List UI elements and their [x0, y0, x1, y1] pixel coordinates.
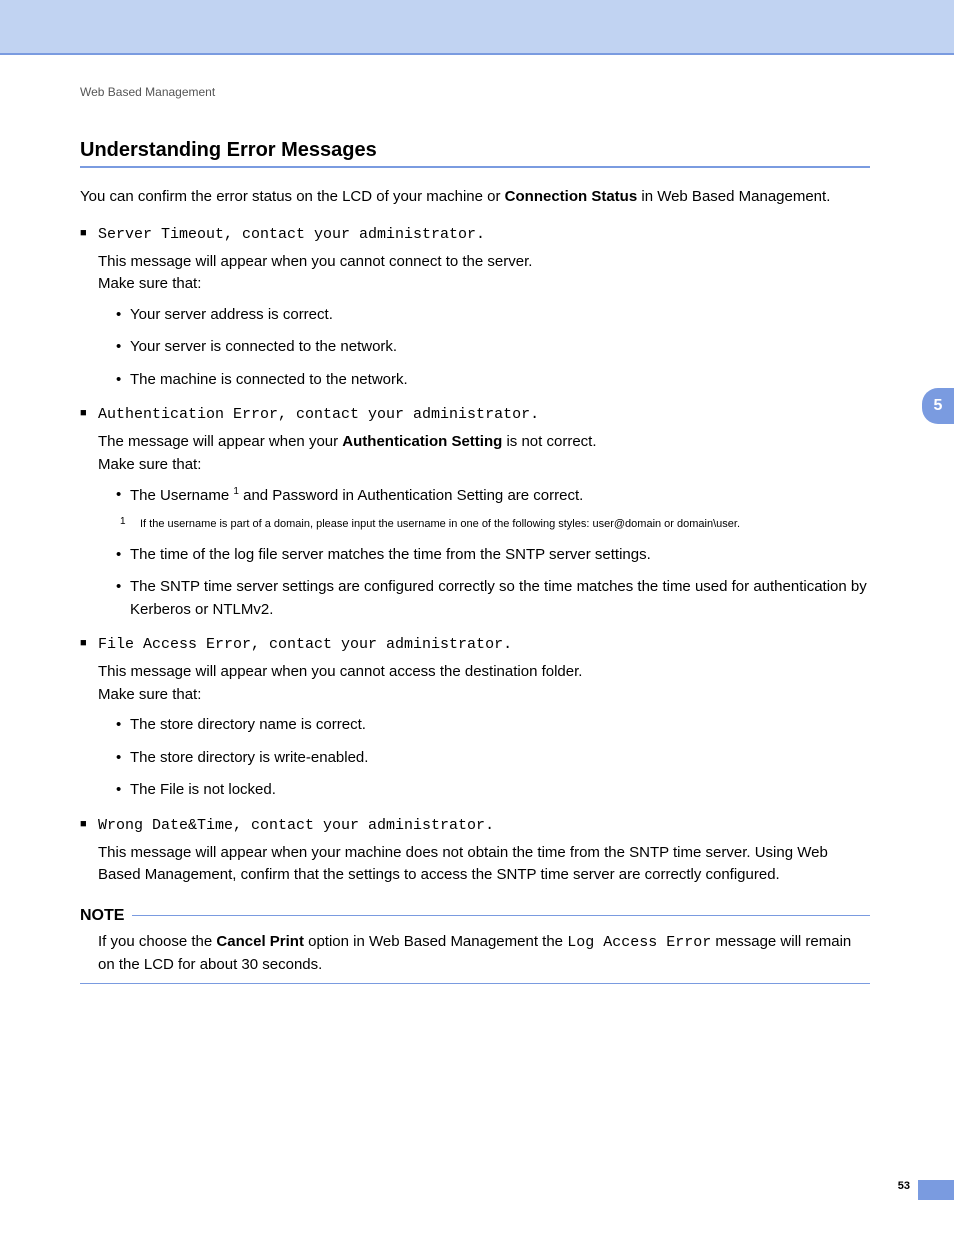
chapter-number: 5 — [934, 397, 943, 415]
note-text-before: If you choose the — [98, 933, 216, 950]
error-title: File Access Error, contact your administ… — [98, 636, 512, 653]
error-item-server-timeout: Server Timeout, contact your administrat… — [80, 225, 870, 392]
check-item: The File is not locked. — [116, 779, 870, 802]
error-desc-line2: Make sure that: — [98, 275, 201, 292]
checklist: The Username 1 and Password in Authentic… — [98, 484, 870, 508]
intro-bold: Connection Status — [505, 188, 638, 205]
note-header-line — [132, 915, 870, 917]
item-after: and Password in Authentication Setting a… — [239, 487, 583, 504]
note-bold: Cancel Print — [216, 933, 304, 950]
error-desc: This message will appear when you cannot… — [98, 251, 870, 296]
desc-before: The message will appear when your — [98, 433, 342, 450]
document-top-bar — [0, 0, 954, 55]
breadcrumb: Web Based Management — [80, 85, 870, 99]
error-item-auth-error: Authentication Error, contact your admin… — [80, 405, 870, 621]
check-item: The store directory name is correct. — [116, 714, 870, 737]
check-item: The SNTP time server settings are config… — [116, 576, 870, 621]
desc-after: is not correct. — [502, 433, 596, 450]
page-number-tab — [918, 1180, 954, 1200]
error-desc-line2: Make sure that: — [98, 686, 201, 703]
intro-text-after: in Web Based Management. — [637, 188, 830, 205]
note-body: If you choose the Cancel Print option in… — [80, 931, 870, 984]
check-item: Your server address is correct. — [116, 304, 870, 327]
page-number: 53 — [898, 1180, 910, 1192]
check-item: The time of the log file server matches … — [116, 544, 870, 567]
footnote-text: If the username is part of a domain, ple… — [140, 518, 740, 530]
error-item-wrong-datetime: Wrong Date&Time, contact your administra… — [80, 816, 870, 887]
error-desc-line1: This message will appear when you cannot… — [98, 253, 532, 270]
error-desc: The message will appear when your Authen… — [98, 431, 870, 476]
error-list: Server Timeout, contact your administrat… — [80, 225, 870, 887]
footnote-number: 1 — [120, 516, 126, 527]
note-text-mid: option in Web Based Management the — [304, 933, 567, 950]
error-desc-line2: Make sure that: — [98, 456, 201, 473]
intro-paragraph: You can confirm the error status on the … — [80, 186, 870, 209]
checklist: Your server address is correct. Your ser… — [98, 304, 870, 392]
check-item: The store directory is write-enabled. — [116, 747, 870, 770]
intro-text-before: You can confirm the error status on the … — [80, 188, 505, 205]
checklist-continued: The time of the log file server matches … — [98, 544, 870, 622]
error-item-file-access: File Access Error, contact your administ… — [80, 635, 870, 802]
check-item: The Username 1 and Password in Authentic… — [116, 484, 870, 508]
error-title: Authentication Error, contact your admin… — [98, 406, 539, 423]
heading-underline — [80, 166, 870, 168]
chapter-tab: 5 — [922, 388, 954, 424]
error-desc: This message will appear when your machi… — [98, 842, 870, 887]
footnote: 1 If the username is part of a domain, p… — [98, 518, 870, 530]
error-title: Server Timeout, contact your administrat… — [98, 226, 485, 243]
checklist: The store directory name is correct. The… — [98, 714, 870, 802]
error-desc: This message will appear when you cannot… — [98, 661, 870, 706]
page-content: Web Based Management Understanding Error… — [0, 55, 910, 1014]
item-before: The Username — [130, 487, 233, 504]
error-title: Wrong Date&Time, contact your administra… — [98, 817, 494, 834]
note-label: NOTE — [80, 907, 124, 925]
desc-bold: Authentication Setting — [342, 433, 502, 450]
note-mono: Log Access Error — [567, 934, 711, 951]
check-item: Your server is connected to the network. — [116, 336, 870, 359]
note-section: NOTE If you choose the Cancel Print opti… — [80, 907, 870, 984]
page-heading: Understanding Error Messages — [80, 139, 870, 162]
error-desc-line1: This message will appear when you cannot… — [98, 663, 582, 680]
note-header: NOTE — [80, 907, 870, 925]
check-item: The machine is connected to the network. — [116, 369, 870, 392]
